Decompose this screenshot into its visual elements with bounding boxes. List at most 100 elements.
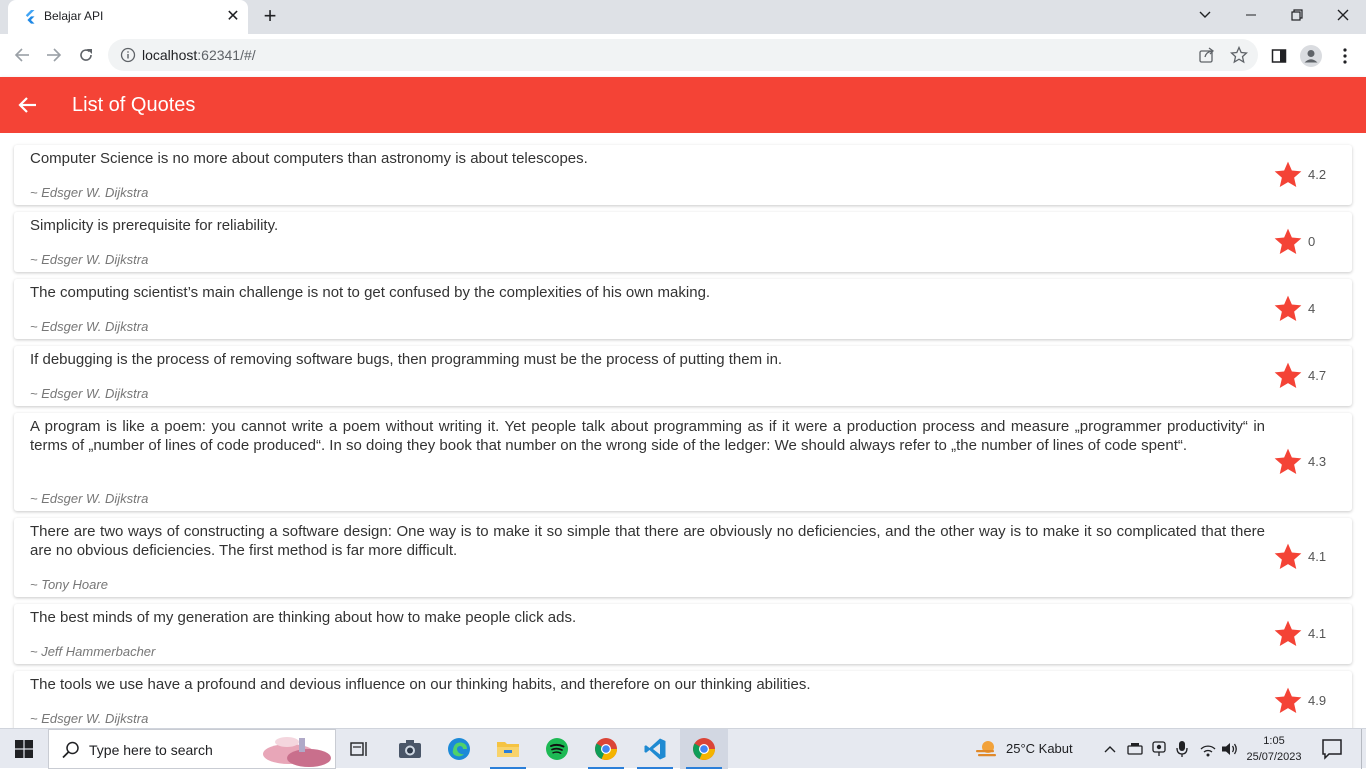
rating-value: 4 xyxy=(1308,301,1316,316)
quote-rating: 4.3 xyxy=(1272,442,1336,482)
site-info-icon[interactable] xyxy=(120,47,136,63)
quote-text: Simplicity is prerequisite for reliabili… xyxy=(30,217,279,234)
quote-card[interactable]: Computer Science is no more about comput… xyxy=(14,145,1352,205)
app-bar: List of Quotes xyxy=(0,77,1366,133)
search-placeholder: Type here to search xyxy=(89,742,213,758)
tab-search-chevron-icon[interactable] xyxy=(1182,0,1228,30)
webcam-tray-icon[interactable] xyxy=(1149,739,1169,759)
rating-value: 4.1 xyxy=(1308,549,1327,564)
windows-start-icon[interactable] xyxy=(0,729,48,769)
clock-date: 25/07/2023 xyxy=(1246,751,1302,763)
quote-rating: 4.2 xyxy=(1272,155,1336,195)
quote-rating: 4.7 xyxy=(1272,356,1336,396)
quote-author: ~ Jeff Hammerbacher xyxy=(30,644,156,659)
clock-time: 1:05 xyxy=(1263,735,1285,747)
url-text: localhost:62341/#/ xyxy=(142,47,256,63)
quote-card[interactable]: The best minds of my generation are thin… xyxy=(14,604,1352,664)
quote-card[interactable]: If debugging is the process of removing … xyxy=(14,346,1352,406)
rating-value: 4.9 xyxy=(1308,693,1327,708)
weather-widget[interactable]: 25°C Kabut xyxy=(972,729,1092,769)
star-icon xyxy=(1274,362,1302,388)
quote-rating: 4.1 xyxy=(1272,537,1336,577)
close-window-button[interactable] xyxy=(1320,0,1366,30)
edge-browser-icon[interactable] xyxy=(435,729,483,769)
taskbar-search-box[interactable]: Type here to search xyxy=(48,729,336,769)
browser-tab-strip: Belajar API ✕ + xyxy=(0,0,1366,34)
device-tray-icon[interactable] xyxy=(1125,739,1145,759)
profile-avatar-icon[interactable] xyxy=(1300,45,1322,67)
network-icon[interactable] xyxy=(1198,739,1218,759)
rating-value: 0 xyxy=(1308,234,1316,249)
reload-icon[interactable] xyxy=(74,43,98,67)
quote-rating: 4.9 xyxy=(1272,681,1336,721)
browser-menu-icon[interactable] xyxy=(1334,45,1356,67)
quote-rating: 4.1 xyxy=(1272,614,1336,654)
show-desktop-button[interactable] xyxy=(1361,729,1366,769)
new-tab-button[interactable]: + xyxy=(258,5,282,29)
quote-rating: 4 xyxy=(1272,289,1336,329)
vscode-icon[interactable] xyxy=(631,729,679,769)
chrome-icon[interactable] xyxy=(582,729,630,769)
star-icon xyxy=(1274,620,1302,646)
star-icon xyxy=(1274,687,1302,713)
quote-text: A program is like a poem: you cannot wri… xyxy=(30,418,1265,454)
quote-card[interactable]: Simplicity is prerequisite for reliabili… xyxy=(14,212,1352,272)
star-icon xyxy=(1274,543,1302,569)
quote-text: The best minds of my generation are thin… xyxy=(30,609,577,626)
quote-card[interactable]: The computing scientist’s main challenge… xyxy=(14,279,1352,339)
quote-author: ~ Edsger W. Dijkstra xyxy=(30,491,149,506)
forward-nav-icon[interactable] xyxy=(42,43,66,67)
rating-value: 4.1 xyxy=(1308,626,1327,641)
quote-rating: 0 xyxy=(1272,222,1336,262)
star-icon xyxy=(1274,228,1302,254)
minimize-button[interactable] xyxy=(1228,0,1274,30)
volume-icon[interactable] xyxy=(1220,739,1240,759)
quote-list[interactable]: Computer Science is no more about comput… xyxy=(0,133,1366,728)
restore-button[interactable] xyxy=(1274,0,1320,30)
address-bar[interactable]: localhost:62341/#/ xyxy=(108,39,1258,71)
quote-text: There are two ways of constructing a sof… xyxy=(30,523,1265,559)
search-icon xyxy=(62,741,79,759)
system-clock[interactable]: 1:05 25/07/2023 xyxy=(1244,733,1304,765)
quote-card[interactable]: A program is like a poem: you cannot wri… xyxy=(14,413,1352,511)
rating-value: 4.7 xyxy=(1308,368,1327,383)
spotify-icon[interactable] xyxy=(533,729,581,769)
search-highlight-illustration-icon xyxy=(263,737,331,767)
quote-author: ~ Edsger W. Dijkstra xyxy=(30,185,149,200)
quote-text: Computer Science is no more about comput… xyxy=(30,150,588,167)
taskbar: Type here to search 25°C Kabut 1:05 25/0… xyxy=(0,728,1366,769)
quote-author: ~ Edsger W. Dijkstra xyxy=(30,252,149,267)
star-icon xyxy=(1274,161,1302,187)
quote-card[interactable]: There are two ways of constructing a sof… xyxy=(14,518,1352,597)
camera-app-icon[interactable] xyxy=(386,729,434,769)
back-arrow-icon[interactable] xyxy=(16,93,40,117)
microphone-icon[interactable] xyxy=(1172,739,1192,759)
back-nav-icon[interactable] xyxy=(10,43,34,67)
flutter-icon xyxy=(25,10,35,24)
quote-author: ~ Tony Hoare xyxy=(30,577,108,592)
chrome-active-icon[interactable] xyxy=(680,729,728,769)
browser-toolbar: localhost:62341/#/ xyxy=(0,34,1366,76)
weather-fog-icon xyxy=(976,741,996,757)
quote-author: ~ Edsger W. Dijkstra xyxy=(30,711,149,726)
bookmark-star-icon[interactable] xyxy=(1230,46,1248,64)
rating-value: 4.2 xyxy=(1308,167,1327,182)
weather-text: 25°C Kabut xyxy=(1006,741,1073,756)
star-icon xyxy=(1274,448,1302,474)
tab-close-icon[interactable]: ✕ xyxy=(224,8,242,26)
side-panel-icon[interactable] xyxy=(1268,45,1290,67)
tab-title: Belajar API xyxy=(44,9,104,23)
share-icon[interactable] xyxy=(1198,46,1216,64)
quote-text: The computing scientist’s main challenge… xyxy=(30,284,711,301)
rating-value: 4.3 xyxy=(1308,454,1327,469)
task-view-icon[interactable] xyxy=(336,729,384,769)
page-title: List of Quotes xyxy=(72,94,196,116)
quote-author: ~ Edsger W. Dijkstra xyxy=(30,319,149,334)
star-icon xyxy=(1274,295,1302,321)
quote-text: The tools we use have a profound and dev… xyxy=(30,676,811,693)
file-explorer-icon[interactable] xyxy=(484,729,532,769)
browser-tab[interactable]: Belajar API ✕ xyxy=(8,0,248,34)
quote-card[interactable]: The tools we use have a profound and dev… xyxy=(14,671,1352,728)
tray-chevron-up-icon[interactable] xyxy=(1100,739,1120,759)
notification-center-icon[interactable] xyxy=(1320,737,1344,761)
